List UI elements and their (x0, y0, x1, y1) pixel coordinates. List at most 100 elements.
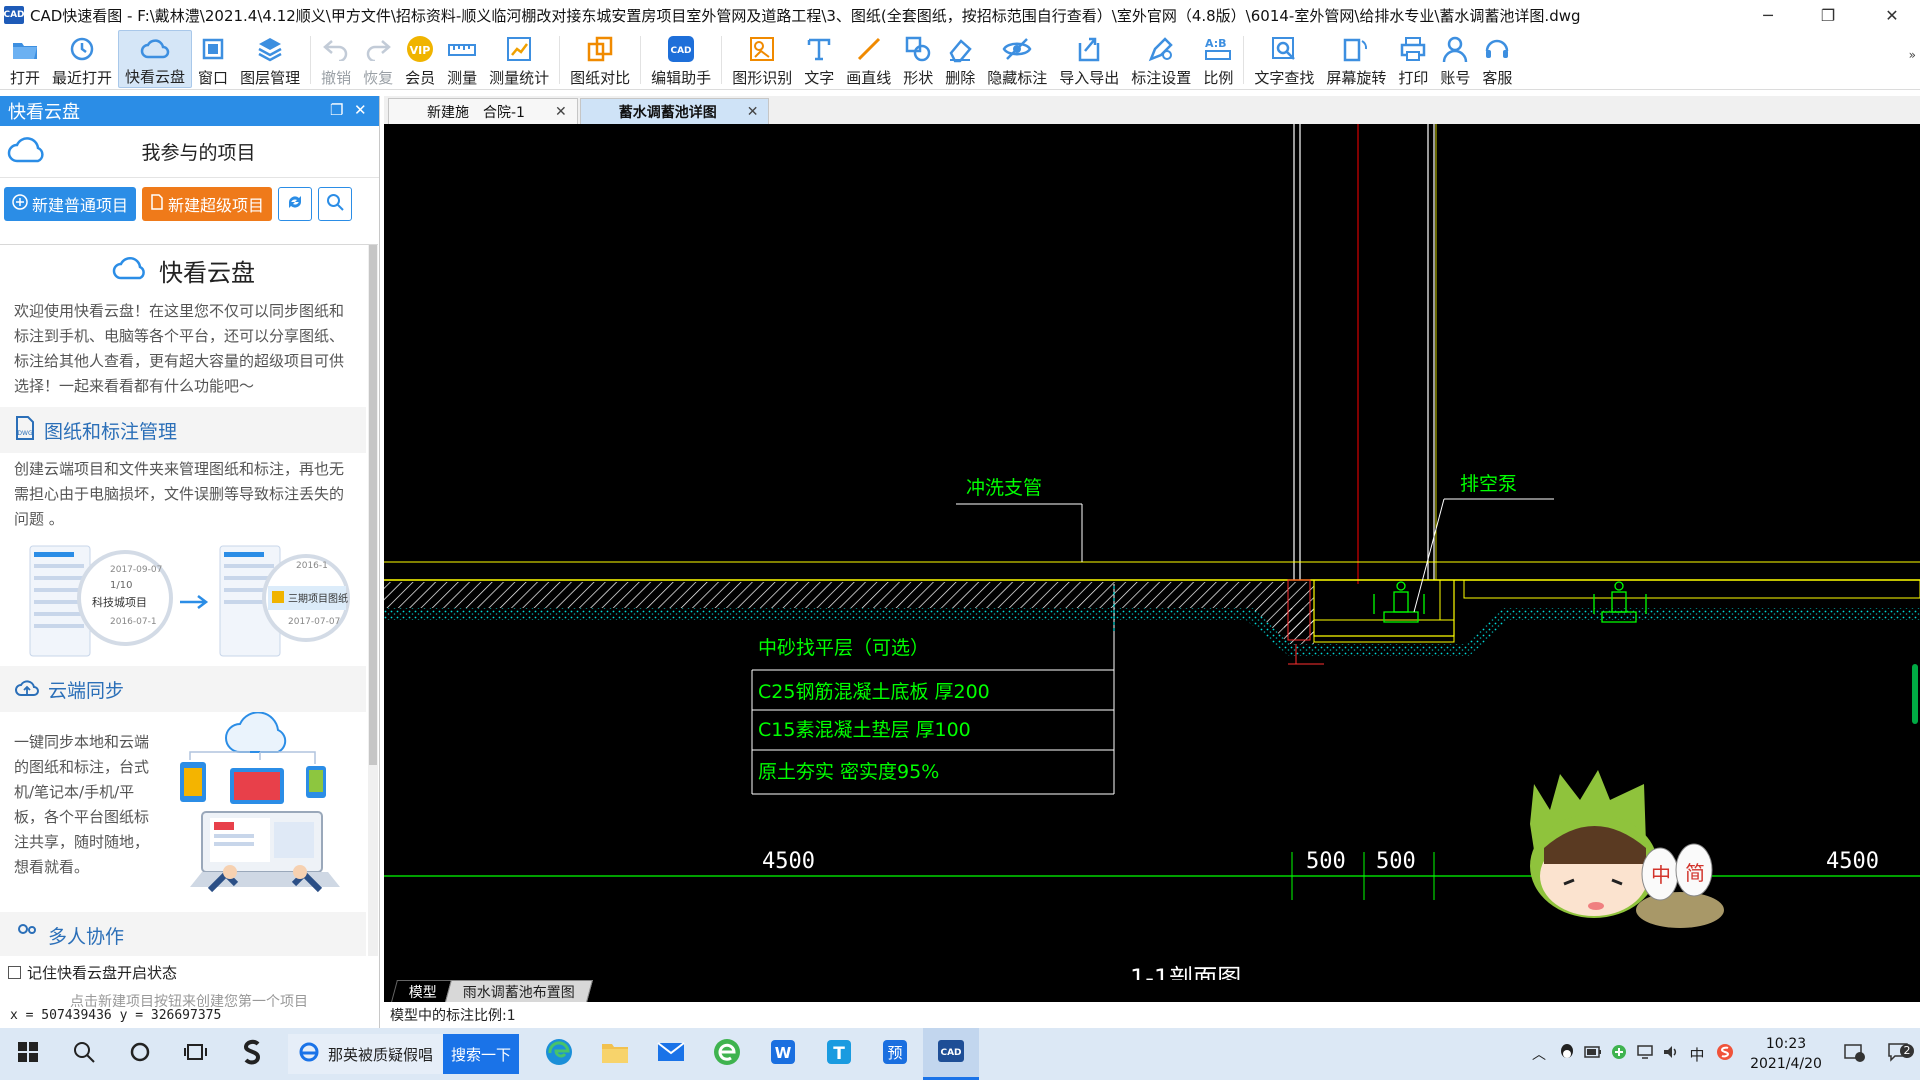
cortana-button[interactable] (112, 1028, 168, 1080)
app-t-button[interactable]: T (811, 1028, 867, 1080)
recent-button[interactable]: 最近打开 (46, 30, 118, 88)
security-icon[interactable] (1606, 1043, 1632, 1065)
taskbar-search-button[interactable] (56, 1028, 112, 1080)
open-label: 打开 (10, 69, 41, 87)
panel-float-icon[interactable]: ❐ (330, 101, 343, 119)
panel-scrollbar[interactable] (368, 245, 378, 956)
clock-time: 10:23 (1765, 1036, 1807, 1052)
cloud-intro-scroll[interactable]: 快看云盘 欢迎使用快看云盘！在这里您不仅可以同步图纸和标注到手机、电脑等各个平台… (0, 244, 378, 956)
intro-text: 欢迎使用快看云盘！在这里您不仅可以同步图纸和标注到手机、电脑等各个平台，还可以分… (14, 302, 345, 395)
shape-button[interactable]: 形状 (897, 30, 939, 88)
undo-icon (321, 34, 351, 64)
search-box-field[interactable]: 那英被质疑假唱 (288, 1034, 444, 1074)
import-export-label: 导入导出 (1059, 69, 1120, 87)
s-logo-icon (238, 1038, 266, 1070)
toolbar-more-button[interactable]: » (1909, 48, 1916, 62)
zoom-slider[interactable] (1912, 664, 1918, 724)
text-search-button[interactable]: 文字查找 (1248, 30, 1320, 88)
tab-drawing-2[interactable]: 蓄水调蓄池详图 ✕ (579, 98, 770, 124)
measure-button[interactable]: 测量 (441, 30, 483, 88)
edge-button[interactable] (531, 1028, 587, 1080)
panel-scrollbar-thumb[interactable] (369, 245, 377, 765)
shape-recog-button[interactable]: 图形识别 (726, 30, 798, 88)
new-normal-project-button[interactable]: 新建普通项目 (4, 187, 137, 221)
section-title: 1-1剖面图 (1130, 964, 1241, 980)
measure-stats-button[interactable]: 测量统计 (483, 30, 555, 88)
annot-settings-button[interactable]: 标注设置 (1125, 30, 1197, 88)
clock[interactable]: 10:23 2021/4/20 (1740, 1034, 1832, 1074)
layers-icon (255, 34, 285, 64)
cloud-panel-footer: 记住快看云盘开启状态 点击新建项目按钮来创建您第一个项目 x = 5074394… (0, 956, 378, 1028)
notification-badge-icon[interactable] (1832, 1042, 1876, 1066)
redo-button[interactable]: 恢复 (357, 30, 399, 88)
yu-icon: 预 (881, 1038, 909, 1070)
account-button[interactable]: 账号 (1434, 30, 1476, 88)
sync-icon (285, 192, 305, 216)
import-export-button[interactable]: 导入导出 (1053, 30, 1125, 88)
hide-annot-button[interactable]: 隐藏标注 (981, 30, 1053, 88)
section-drawing-management: DWG 图纸和标注管理 (0, 407, 366, 453)
line-button[interactable]: 画直线 (840, 30, 897, 88)
new-super-project-button[interactable]: 新建超级项目 (142, 187, 273, 221)
chevron-up-icon[interactable]: ︿ (1524, 1044, 1554, 1064)
volume-icon[interactable] (1658, 1044, 1684, 1064)
open-button[interactable]: 打开 (4, 30, 46, 88)
text-button[interactable]: 文字 (798, 30, 840, 88)
vip-button[interactable]: VIP 会员 (399, 30, 441, 88)
minimize-button[interactable]: ─ (1740, 0, 1796, 30)
measure-stats-label: 测量统计 (489, 69, 550, 87)
cad-viewer-button[interactable]: CAD (923, 1028, 980, 1080)
project-actions: 新建普通项目 新建超级项目 (0, 178, 379, 230)
tab-close-icon[interactable]: ✕ (555, 104, 567, 120)
action-center-button[interactable]: 2 (1876, 1042, 1920, 1066)
app-logo-icon: CAD (3, 6, 25, 24)
section-cloud-sync-text: 一键同步本地和云端的图纸和标注，台式机/笔记本/手机/平板，各个平台图纸标注共享… (14, 733, 150, 876)
status-bar: 模型中的标注比例:1 (384, 1002, 1920, 1028)
scale-button[interactable]: A:B 比例 (1197, 30, 1239, 88)
network-icon[interactable] (1632, 1044, 1658, 1064)
print-button[interactable]: 打印 (1392, 30, 1434, 88)
qq-icon[interactable] (1554, 1043, 1580, 1065)
clock-date: 2021/4/20 (1750, 1056, 1822, 1072)
mail-button[interactable] (643, 1028, 699, 1080)
support-button[interactable]: 客服 (1476, 30, 1518, 88)
battery-icon[interactable] (1580, 1046, 1606, 1062)
cad-canvas[interactable]: 冲洗支管 排空泵 中砂找平层（可选） C25钢筋混凝土底板 厚200 C15素混… (384, 124, 1920, 980)
edit-assistant-button[interactable]: CAD 编辑助手 (645, 30, 717, 88)
app-yu-button[interactable]: 预 (867, 1028, 923, 1080)
close-button[interactable]: ✕ (1864, 0, 1920, 30)
ime-indicator[interactable]: 中 (1684, 1044, 1710, 1065)
search-submit-button[interactable]: 搜索一下 (443, 1034, 520, 1074)
gravel-layer (1394, 608, 1920, 656)
cloud-button[interactable]: 快看云盘 (118, 30, 193, 88)
remember-state-checkbox[interactable]: 记住快看云盘开启状态 (0, 956, 378, 989)
layers-button[interactable]: 图层管理 (234, 30, 306, 88)
tab-drawing-2-label: 蓄水调蓄池详图 (618, 104, 717, 121)
search-button[interactable] (318, 187, 353, 221)
file-explorer-button[interactable] (587, 1028, 643, 1080)
tab-close-icon[interactable]: ✕ (747, 104, 759, 120)
checkbox-box[interactable] (8, 966, 21, 979)
sync-button[interactable] (278, 187, 313, 221)
task-view-button[interactable] (168, 1028, 224, 1080)
panel-close-icon[interactable]: ✕ (354, 101, 367, 119)
compare-button[interactable]: 图纸对比 (564, 30, 636, 88)
layer-label-c15: C15素混凝土垫层 厚100 (758, 719, 971, 741)
sogou-icon[interactable] (1710, 1042, 1740, 1066)
restore-button[interactable]: ❐ (1800, 0, 1856, 30)
screen-rotate-button[interactable]: 屏幕旋转 (1320, 30, 1392, 88)
window-button[interactable]: 窗口 (192, 30, 234, 88)
start-button[interactable] (0, 1028, 56, 1080)
delete-button[interactable]: 删除 (939, 30, 981, 88)
app-s-button[interactable] (224, 1028, 280, 1080)
browser-360-button[interactable] (699, 1028, 755, 1080)
wps-button[interactable]: W (755, 1028, 811, 1080)
sheet-tab-layout[interactable]: 雨水调蓄池布置图 (445, 980, 593, 1002)
undo-button[interactable]: 撤销 (315, 30, 357, 88)
cloud-sync-icon (14, 676, 40, 703)
section-collaboration: 多人协作 (0, 912, 366, 956)
toolbar-divider (310, 36, 312, 84)
tab-drawing-1[interactable]: 新建施 合院-1 ✕ (388, 98, 578, 124)
cloud-intro-content: 快看云盘 欢迎使用快看云盘！在这里您不仅可以同步图纸和标注到手机、电脑等各个平台… (0, 245, 366, 956)
search-box[interactable]: 那英被质疑假唱 搜索一下 (288, 1028, 520, 1080)
